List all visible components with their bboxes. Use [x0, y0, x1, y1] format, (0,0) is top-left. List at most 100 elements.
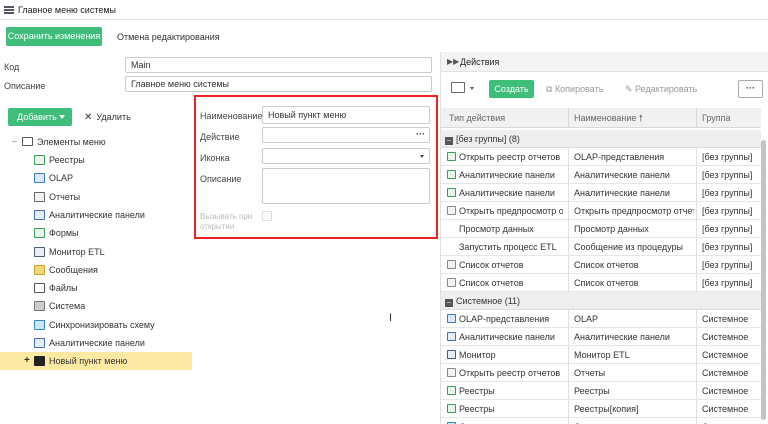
- cell-name: Монитор ETL: [574, 350, 630, 360]
- cell-group: Системное: [702, 332, 749, 342]
- collapse-icon[interactable]: –: [445, 137, 453, 145]
- table-row[interactable]: Список отчетов Список отчетов [без группы]: [441, 256, 761, 274]
- popup-name-field[interactable]: Новый пункт меню: [262, 106, 430, 124]
- registry-icon: [447, 404, 456, 413]
- actions-header: ▶▶ Действия: [441, 52, 768, 72]
- col-divider: [696, 382, 697, 400]
- group-row[interactable]: – Системное (11): [441, 292, 761, 310]
- col-name-header[interactable]: Наименование 🠕: [574, 109, 643, 127]
- col-divider: [568, 364, 569, 382]
- col-divider: [568, 328, 569, 346]
- tree-item-label: Формы: [49, 228, 79, 239]
- collapse-icon[interactable]: –: [12, 136, 17, 146]
- table-row[interactable]: Просмотр данных Просмотр данных [без групп…: [441, 220, 761, 238]
- table-row[interactable]: Запустить процесс ETL Сообщение из процед…: [441, 238, 761, 256]
- add-button[interactable]: Добавить: [8, 108, 72, 126]
- more-icon[interactable]: ···: [416, 127, 425, 141]
- col-type-header[interactable]: Тип действия: [449, 109, 505, 127]
- col-divider: [696, 400, 697, 418]
- scrollbar[interactable]: [761, 140, 766, 420]
- cell-type: Просмотр данных: [459, 224, 534, 234]
- table-row[interactable]: Монитор Монитор ETL Системное: [441, 346, 761, 364]
- chevron-down-icon[interactable]: [470, 87, 474, 90]
- cancel-edit-button[interactable]: Отмена редактирования: [117, 32, 220, 42]
- table-row[interactable]: OLAP-представления OLAP Системное: [441, 310, 761, 328]
- tree-item[interactable]: Аналитические панели: [0, 206, 192, 224]
- popup-action-field[interactable]: ···: [262, 127, 430, 143]
- col-divider: [568, 184, 569, 202]
- tree-item[interactable]: Монитор ETL: [0, 243, 192, 261]
- cell-name: Синхронизировать схему: [574, 418, 694, 424]
- cell-group: [без группы]: [702, 260, 753, 270]
- table-row[interactable]: Открыть предпросмотр о... Открыть предпро…: [441, 202, 761, 220]
- tree-item[interactable]: Аналитические панели: [0, 334, 192, 352]
- table-row[interactable]: Открыть реестр отчетов OLAP-представления…: [441, 148, 761, 166]
- tree-item[interactable]: Реестры: [0, 151, 192, 169]
- popup-description-field[interactable]: [262, 168, 430, 204]
- description-field[interactable]: Главное меню системы: [125, 76, 432, 92]
- col-divider: [568, 418, 569, 424]
- table-row[interactable]: Аналитические панели Аналитические панели…: [441, 328, 761, 346]
- expand-icon[interactable]: +: [24, 355, 30, 366]
- tree-item[interactable]: OLAP: [0, 169, 192, 187]
- popup-open-checkbox[interactable]: [262, 211, 272, 221]
- cell-group: [без группы]: [702, 188, 753, 198]
- menu-list-icon: [4, 6, 14, 14]
- more-options-button[interactable]: ···: [738, 80, 763, 98]
- cell-group: Системное: [702, 386, 749, 396]
- tree-item-label: Отчеты: [49, 191, 81, 202]
- col-divider: [696, 346, 697, 364]
- tree-item[interactable]: Отчеты: [0, 188, 192, 206]
- tree-root[interactable]: – Элементы меню: [0, 133, 192, 151]
- copy-button[interactable]: ⧉ Копировать: [546, 84, 603, 95]
- cell-group: Системное: [702, 418, 760, 424]
- tree-item[interactable]: Система: [0, 297, 192, 315]
- menu-item-popup: Наименование Новый пункт меню Действие ·…: [194, 95, 438, 239]
- cell-name: Реестры[копия]: [574, 404, 639, 414]
- table-row[interactable]: Синхронизировать схему Синхронизировать с…: [441, 418, 761, 424]
- collapse-icon[interactable]: –: [445, 299, 453, 307]
- cell-type: Реестры: [447, 382, 563, 400]
- cell-name: Аналитические панели: [574, 188, 670, 198]
- monitor-icon: [447, 350, 456, 359]
- popup-description-label: Описание: [200, 174, 242, 184]
- table-row[interactable]: Аналитические панели Аналитические панели…: [441, 166, 761, 184]
- table-row[interactable]: Реестры Реестры Системное: [441, 382, 761, 400]
- col-divider: [696, 202, 697, 220]
- table-row[interactable]: Список отчетов Список отчетов [без группы]: [441, 274, 761, 292]
- cell-group: [без группы]: [702, 224, 753, 234]
- popup-icon-select[interactable]: [262, 148, 430, 164]
- col-divider: [568, 346, 569, 364]
- tree-item[interactable]: Сообщения: [0, 261, 192, 279]
- analytics-panel-icon: [34, 209, 45, 220]
- registry-icon: [447, 188, 456, 197]
- analytics-panel-icon: [447, 332, 456, 341]
- group-row-label: – [без группы] (8): [445, 130, 520, 148]
- cell-group: [без группы]: [702, 206, 753, 216]
- tree-item[interactable]: Синхронизировать схему: [0, 316, 192, 334]
- tree-item-label: Сообщения: [49, 264, 98, 275]
- save-button[interactable]: Сохранить изменения: [6, 27, 102, 46]
- col-divider: [696, 184, 697, 202]
- table-row[interactable]: Реестры Реестры[копия] Системное: [441, 400, 761, 418]
- tree-item[interactable]: Формы: [0, 224, 192, 242]
- layout-icon[interactable]: [451, 82, 465, 93]
- window-titlebar: Главное меню системы: [0, 0, 768, 20]
- monitor-icon: [34, 246, 45, 257]
- code-field[interactable]: Main: [125, 57, 432, 73]
- col-divider: [568, 202, 569, 220]
- cell-type: Список отчетов: [447, 256, 563, 274]
- double-chevron-right-icon[interactable]: ▶▶: [447, 57, 459, 66]
- group-row[interactable]: – [без группы] (8): [441, 130, 761, 148]
- delete-button[interactable]: ✕ Удалить: [84, 112, 131, 123]
- edit-button[interactable]: ✎ Редактировать: [625, 84, 697, 95]
- tree-item-label: Система: [49, 301, 86, 312]
- tree-item[interactable]: + Новый пункт меню: [0, 352, 192, 371]
- tree-item[interactable]: Файлы: [0, 279, 192, 297]
- col-group-header[interactable]: Группа: [702, 109, 731, 127]
- table-row[interactable]: Открыть реестр отчетов Отчеты Системное: [441, 364, 761, 382]
- cell-type: Монитор: [447, 346, 563, 364]
- cell-name: Аналитические панели: [574, 332, 670, 342]
- table-row[interactable]: Аналитические панели Аналитические панели…: [441, 184, 761, 202]
- create-button[interactable]: Создать: [489, 80, 534, 98]
